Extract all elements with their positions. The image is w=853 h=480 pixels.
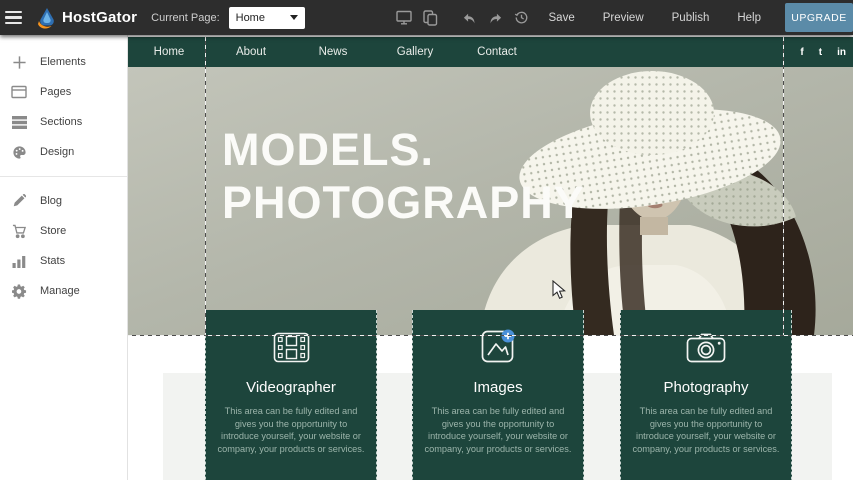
sections-icon [11,114,27,130]
sidebar-item-store[interactable]: Store [0,216,127,246]
sidebar-item-stats[interactable]: Stats [0,246,127,276]
editor-guide-right [783,37,784,335]
hero-section[interactable]: MODELS. PHOTOGRAPHY [128,67,853,335]
sidebar-item-sections[interactable]: Sections [0,107,127,137]
editor-topbar: HostGator Current Page: Home [0,0,853,35]
editor-guide-left [205,37,206,335]
editor-section-divider [128,335,853,336]
hostgator-builder-window: HostGator Current Page: Home [0,0,853,480]
linkedin-icon[interactable]: in [837,47,846,58]
nav-item-news[interactable]: News [292,46,374,58]
mobile-preview-icon[interactable] [417,0,443,35]
mouse-cursor [552,280,568,300]
nav-item-home[interactable]: Home [128,46,210,58]
brand-name: HostGator [62,9,137,26]
card-body: This area can be fully edited and gives … [621,405,791,455]
current-page-dropdown[interactable]: Home [229,7,305,29]
sidebar-item-elements[interactable]: Elements [0,47,127,77]
help-button[interactable]: Help [723,0,775,35]
save-button[interactable]: Save [535,0,589,35]
sidebar-item-blog[interactable]: Blog [0,186,127,216]
undo-icon[interactable] [457,0,483,35]
hostgator-mascot-icon [36,6,58,30]
sidebar-item-pages[interactable]: Pages [0,77,127,107]
hero-line2: PHOTOGRAPHY [222,176,585,229]
site-navbar: Home About News Gallery Contact f t in [128,37,853,67]
card-title: Photography [621,379,791,396]
upgrade-button[interactable]: UPGRADE [785,3,853,32]
hero-line1: MODELS. [222,123,585,176]
camera-icon [621,327,791,367]
publish-button[interactable]: Publish [658,0,724,35]
current-page-value: Home [236,12,265,24]
film-icon [206,327,376,367]
social-links: f t in [800,37,846,67]
card-title: Videographer [206,379,376,396]
card-body: This area can be fully edited and gives … [413,405,583,455]
history-icon[interactable] [509,0,535,35]
nav-item-about[interactable]: About [210,46,292,58]
hostgator-logo: HostGator [36,6,137,30]
cart-icon [11,223,27,239]
gear-icon [11,283,27,299]
hero-heading[interactable]: MODELS. PHOTOGRAPHY [222,123,585,229]
card-body: This area can be fully edited and gives … [206,405,376,455]
facebook-icon[interactable]: f [800,47,803,58]
nav-item-gallery[interactable]: Gallery [374,46,456,58]
editor-sidebar: Elements Pages Sections Design [0,35,128,480]
nav-item-contact[interactable]: Contact [456,46,538,58]
redo-icon[interactable] [483,0,509,35]
bar-chart-icon [11,253,27,269]
desktop-preview-icon[interactable] [391,0,417,35]
sidebar-divider [0,176,127,177]
page-icon [11,84,27,100]
chevron-down-icon [290,15,298,20]
sidebar-item-manage[interactable]: Manage [0,276,127,306]
plus-icon [11,54,27,70]
sidebar-item-design[interactable]: Design [0,137,127,167]
site-preview-canvas: Home About News Gallery Contact f t in [128,35,853,480]
twitter-icon[interactable]: t [819,47,822,58]
current-page-label: Current Page: [151,12,219,24]
card-title: Images [413,379,583,396]
pencil-icon [11,193,27,209]
image-plus-icon [413,327,583,367]
preview-button[interactable]: Preview [589,0,658,35]
palette-icon [11,144,27,160]
hamburger-menu-icon[interactable] [0,0,30,35]
